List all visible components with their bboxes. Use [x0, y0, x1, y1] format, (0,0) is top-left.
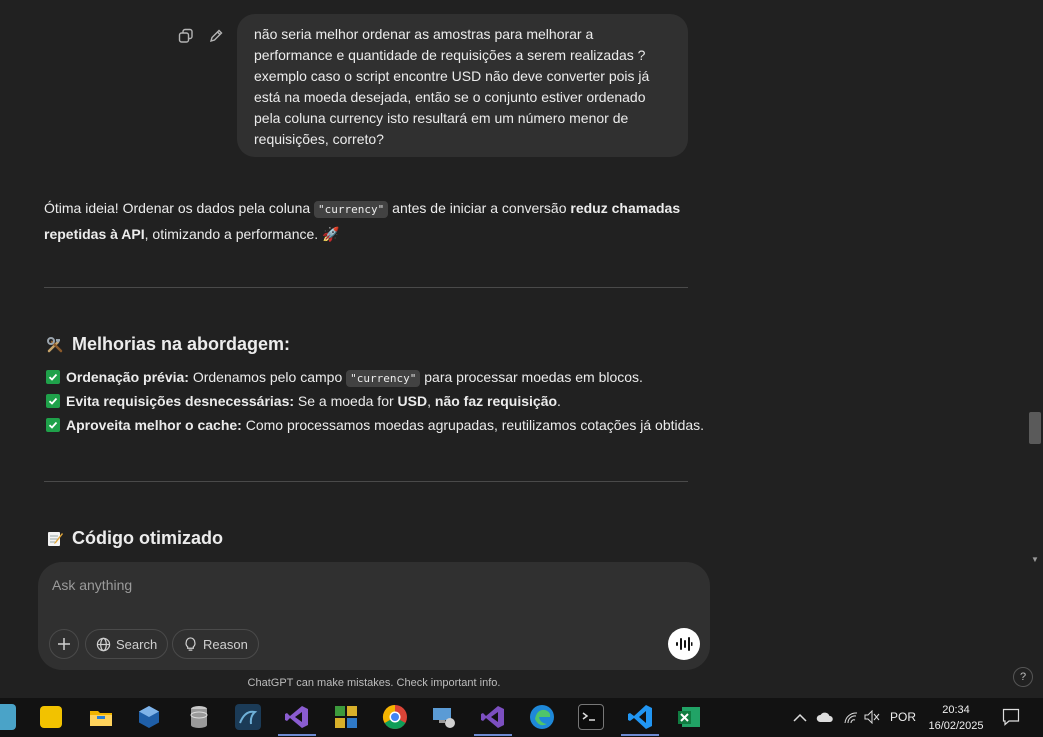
section-title: Código otimizado [72, 528, 223, 548]
section-title: Melhorias na abordagem: [72, 334, 291, 354]
notepad-app-icon[interactable] [0, 704, 16, 730]
help-button[interactable]: ? [1013, 667, 1033, 687]
divider [44, 481, 688, 482]
copy-icon[interactable] [174, 24, 198, 48]
user-message-line: exemplo caso o script encontre USD não d… [254, 68, 650, 84]
divider [44, 287, 688, 288]
user-message-line: não seria melhor ordenar as amostras par… [254, 26, 594, 42]
windows-taskbar: POR 20:34 16/02/2025 [0, 698, 1043, 737]
improvements-list: Ordenação prévia: Ordenamos pelo campo "… [46, 365, 706, 437]
scroll-down-icon[interactable]: ▼ [1029, 555, 1041, 567]
reason-label: Reason [203, 636, 248, 652]
item-text: Ordenamos pelo campo [188, 369, 347, 385]
intro-text: antes de iniciar a conversão [388, 200, 571, 216]
vscode-icon[interactable] [621, 704, 659, 736]
excel-icon[interactable] [676, 704, 702, 730]
clock-time: 20:34 [942, 704, 970, 716]
item-bold: não faz requisição [434, 393, 558, 409]
virtualbox-icon[interactable] [136, 704, 162, 730]
inline-code: "currency" [346, 370, 421, 387]
item-text: Se a moeda for [294, 393, 398, 409]
notifications-icon[interactable] [1002, 708, 1020, 729]
attach-button[interactable] [49, 629, 79, 659]
database-icon[interactable] [186, 704, 212, 730]
globe-icon [96, 637, 111, 651]
check-icon [46, 394, 60, 408]
remote-desktop-icon[interactable] [431, 704, 457, 730]
list-item: Ordenação prévia: Ordenamos pelo campo "… [46, 365, 706, 389]
lightbulb-icon [185, 636, 196, 651]
item-bold: USD [397, 393, 428, 409]
puzzle-tool-icon[interactable] [333, 704, 359, 730]
user-message-line: requisições, correto? [254, 131, 384, 147]
language-indicator[interactable]: POR [890, 710, 916, 724]
composer: Ask anything Search Reason [38, 562, 710, 670]
edge-icon[interactable] [529, 704, 555, 730]
list-item: Aproveita melhor o cache: Como processam… [46, 413, 706, 437]
search-button[interactable]: Search [85, 629, 169, 659]
item-text: , [427, 393, 435, 409]
clock-date: 16/02/2025 [928, 720, 984, 732]
edit-icon[interactable] [204, 24, 228, 48]
user-message-line: está na moeda desejada, então se o conju… [254, 89, 646, 105]
intro-text: , otimizando a performance. 🚀 [144, 226, 340, 242]
chrome-icon[interactable] [382, 704, 408, 730]
volume-muted-icon[interactable] [864, 709, 880, 727]
item-text: . [557, 393, 561, 409]
section-heading-improvements: Melhorias na abordagem: [46, 334, 290, 355]
memo-icon [48, 531, 63, 546]
chevron-up-icon[interactable] [793, 710, 807, 726]
sticky-notes-icon[interactable] [40, 706, 62, 728]
assistant-intro: Ótima ideia! Ordenar os dados pela colun… [44, 196, 694, 247]
search-label: Search [116, 636, 158, 652]
intro-text: Ótima ideia! Ordenar os dados pela colun… [44, 200, 315, 216]
voice-mode-button[interactable] [668, 628, 700, 660]
tools-icon [47, 336, 63, 352]
clock[interactable]: 20:34 16/02/2025 [920, 702, 992, 734]
check-icon [46, 370, 60, 384]
item-bold: Aproveita melhor o cache: [66, 417, 242, 433]
plus-icon [58, 638, 70, 650]
check-icon [46, 418, 60, 432]
item-bold: Ordenação prévia: [66, 369, 189, 385]
item-text: Como processamos moedas agrupadas, reuti… [241, 417, 705, 433]
disclaimer-note: ChatGPT can make mistakes. Check importa… [247, 677, 501, 689]
reason-button[interactable]: Reason [172, 629, 259, 659]
visual-studio-2-icon[interactable] [474, 704, 512, 736]
prompt-input[interactable]: Ask anything [52, 577, 132, 593]
scrollbar-thumb[interactable] [1029, 412, 1041, 444]
user-message-bubble: não seria melhor ordenar as amostras par… [237, 14, 688, 157]
voice-waveform-icon [676, 637, 693, 651]
user-message-line: performance e quantidade de requisições … [254, 47, 646, 63]
terminal-icon[interactable] [578, 704, 604, 730]
inline-code: "currency" [314, 201, 389, 218]
wifi-icon[interactable] [843, 710, 859, 727]
mysql-workbench-icon[interactable] [235, 704, 261, 730]
user-message-line: pela coluna currency isto resultará em u… [254, 110, 629, 126]
visual-studio-icon[interactable] [278, 704, 316, 736]
list-item: Evita requisições desnecessárias: Se a m… [46, 389, 706, 413]
onedrive-icon[interactable] [816, 710, 834, 726]
file-explorer-icon[interactable] [88, 704, 114, 730]
item-text: para processar moedas em blocos. [420, 369, 643, 385]
section-heading-code: Código otimizado [46, 528, 223, 549]
item-bold: Evita requisições desnecessárias: [66, 393, 295, 409]
